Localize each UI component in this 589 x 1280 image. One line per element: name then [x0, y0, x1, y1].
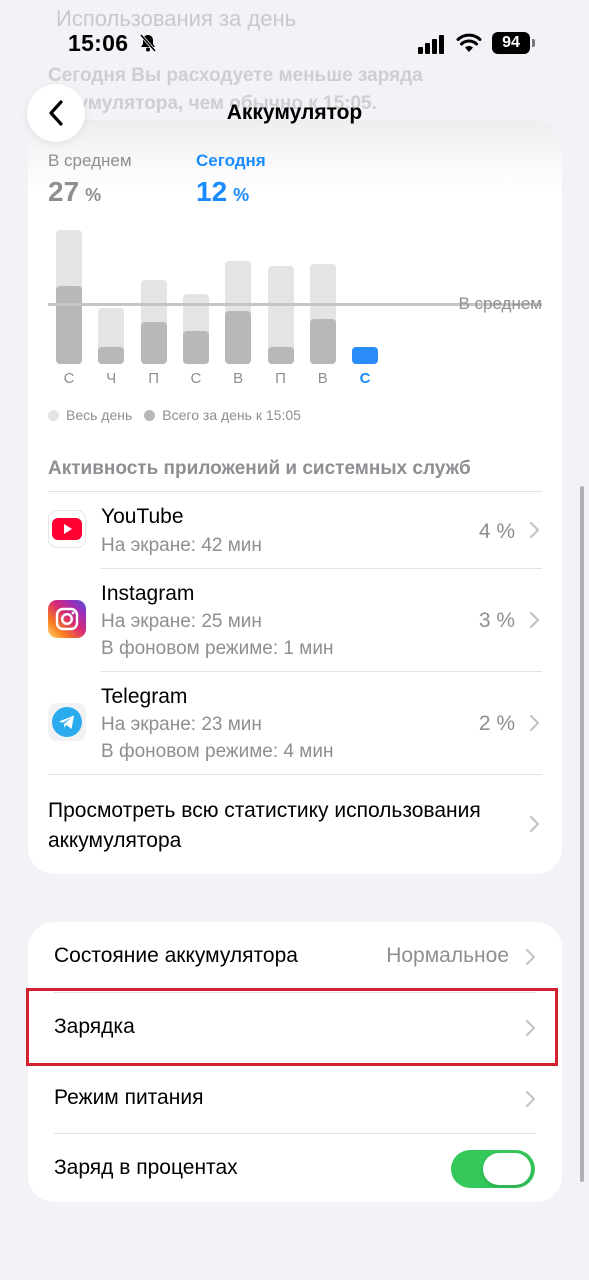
battery-health-value: Нормальное [386, 944, 509, 967]
bar-to-time [182, 330, 209, 364]
activity-section-title: Активность приложений и системных служб [48, 458, 471, 479]
legend-label-to-time: Всего за день к 15:05 [162, 407, 301, 423]
youtube-icon [48, 510, 86, 548]
wifi-icon [456, 33, 482, 52]
battery-health-label: Состояние аккумулятора [54, 944, 298, 967]
bar-to-time [225, 310, 252, 364]
toggle-knob [483, 1153, 531, 1185]
battery-percentage-toggle[interactable] [451, 1150, 535, 1188]
day-label: С [63, 370, 75, 387]
app-screen-time: На экране: 42 мин [101, 535, 262, 556]
page-title: Аккумулятор [226, 101, 363, 124]
highlight-frame [26, 988, 558, 1066]
app-name: Telegram [101, 685, 188, 708]
app-background-time: В фоновом режиме: 4 мин [101, 741, 334, 762]
bar-today [352, 347, 379, 364]
divider [54, 1133, 536, 1134]
app-screen-time: На экране: 25 мин [101, 611, 262, 632]
chevron-right-icon [529, 815, 540, 833]
average-label: В среднем [48, 151, 132, 170]
day-label: П [148, 370, 159, 387]
divider [48, 774, 542, 775]
bar-to-time [140, 322, 167, 364]
chevron-right-icon [529, 521, 540, 539]
today-label: Сегодня [196, 151, 266, 170]
today-value: 12% [196, 176, 250, 207]
bar-to-time [98, 347, 125, 364]
status-time: 15:06 [68, 30, 129, 56]
average-value: 27% [48, 176, 102, 207]
day-label: С [190, 370, 202, 387]
chevron-right-icon [525, 1090, 536, 1108]
bar-to-time [267, 347, 294, 364]
app-name: YouTube [101, 505, 184, 528]
legend-label-full-day: Весь день [66, 407, 133, 423]
cellular-signal-icon [418, 35, 444, 54]
app-row-telegram[interactable]: Telegram На экране: 23 мин В фоновом реж… [48, 672, 542, 774]
app-percent: 2 % [478, 712, 515, 735]
day-label: С [359, 370, 371, 387]
app-name: Instagram [101, 582, 195, 605]
view-all-stats-link[interactable]: Просмотреть всю статистику использования… [48, 796, 518, 856]
chevron-right-icon [529, 611, 540, 629]
day-label: П [275, 370, 286, 387]
day-label: Ч [106, 370, 117, 387]
scrollbar[interactable] [580, 486, 584, 1182]
legend-dot-to-time [144, 409, 156, 421]
bell-slash-icon [139, 34, 157, 52]
faded-title: Использования за день [56, 6, 297, 31]
battery-level: 94 [492, 32, 530, 54]
bar-to-time [56, 285, 82, 364]
bar-to-time [309, 319, 336, 364]
app-row-instagram[interactable]: Instagram На экране: 25 мин В фоновом ре… [48, 569, 542, 671]
day-label: В [317, 370, 328, 387]
battery-icon: 94 [492, 32, 536, 54]
chevron-right-icon [525, 948, 536, 966]
battery-percentage-label: Заряд в процентах [54, 1156, 238, 1179]
app-background-time: В фоновом режиме: 1 мин [101, 638, 334, 659]
app-row-youtube[interactable]: YouTube На экране: 42 мин 4 % [48, 492, 542, 568]
power-mode-label: Режим питания [54, 1086, 204, 1109]
instagram-icon [48, 600, 86, 638]
average-line-label: В среднем [458, 294, 542, 313]
app-percent: 4 % [478, 520, 515, 543]
legend-dot-full-day [48, 409, 59, 421]
app-percent: 3 % [478, 609, 515, 632]
day-label: В [233, 370, 244, 387]
chart-legend: Весь день Всего за день к 15:05 [48, 407, 301, 423]
usage-bar-chart: В среднем С Ч П С В П В С [48, 220, 542, 390]
chevron-right-icon [529, 714, 540, 732]
app-screen-time: На экране: 23 мин [101, 714, 262, 735]
telegram-icon [48, 703, 86, 741]
